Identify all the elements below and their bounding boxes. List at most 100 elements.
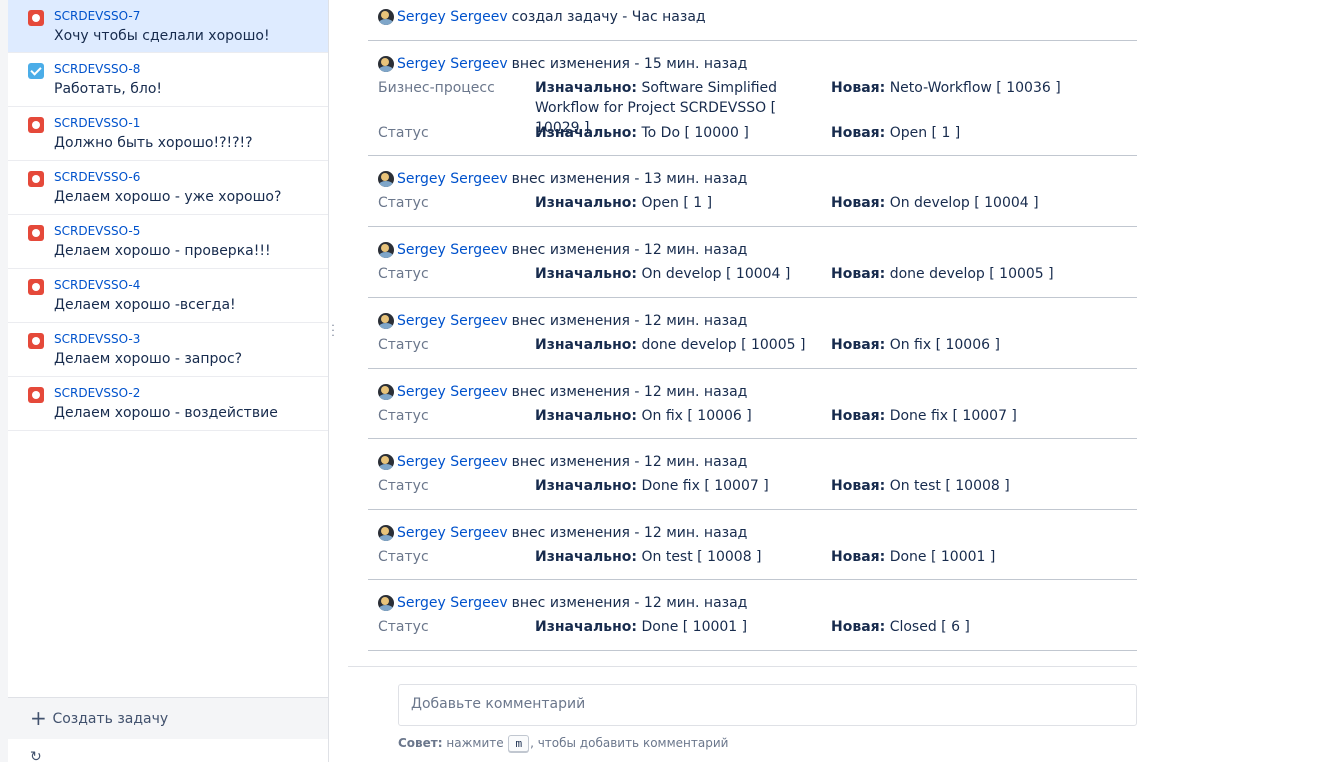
issue-list-item[interactable]: SCRDEVSSO-4 Делаем хорошо -всегда! [8, 269, 328, 323]
issue-summary: Делаем хорошо - запрос? [54, 351, 243, 367]
history-entry: Sergey Sergeev внес изменения - 12 мин. н… [368, 439, 1137, 510]
tip-label: Совет: [398, 736, 443, 750]
user-avatar[interactable] [378, 56, 394, 72]
user-avatar[interactable] [378, 171, 394, 187]
change-from: Изначально: Open [ 1 ] [535, 193, 820, 213]
author-link[interactable]: Sergey Sergeev [397, 242, 508, 258]
change-to: Новая: Done [ 10001 ] [831, 547, 1131, 567]
user-avatar[interactable] [378, 384, 394, 400]
refresh-icon[interactable]: ↻ [30, 750, 42, 762]
from-label: Изначально: [535, 549, 638, 565]
change-to: Новая: Neto-Workflow [ 10036 ] [831, 78, 1131, 98]
issue-summary: Делаем хорошо - уже хорошо? [54, 189, 282, 205]
history-entry: Sergey Sergeev внес изменения - 12 мин. н… [368, 298, 1137, 369]
issue-list-item[interactable]: SCRDEVSSO-1 Должно быть хорошо!?!?!? [8, 107, 328, 161]
user-avatar[interactable] [378, 595, 394, 611]
change-from: Изначально: Done fix [ 10007 ] [535, 476, 820, 496]
issue-key[interactable]: SCRDEVSSO-1 [54, 115, 318, 131]
user-avatar[interactable] [378, 242, 394, 258]
bug-icon [28, 225, 44, 241]
history-entry: Sergey Sergeev внес изменения - 13 мин. н… [368, 156, 1137, 227]
to-value: On develop [ 10004 ] [889, 195, 1039, 211]
issue-key[interactable]: SCRDEVSSO-5 [54, 223, 318, 239]
tip-after: , чтобы добавить комментарий [530, 736, 729, 750]
change-field: Статус [378, 337, 429, 353]
change-to: Новая: done develop [ 10005 ] [831, 264, 1131, 284]
history-action: внес изменения - 12 мин. назад [511, 525, 748, 541]
user-avatar[interactable] [378, 454, 394, 470]
issue-list-item[interactable]: SCRDEVSSO-7 Хочу чтобы сделали хорошо! [8, 0, 328, 53]
to-label: Новая: [831, 408, 886, 424]
bug-icon [28, 171, 44, 187]
issue-summary: Делаем хорошо - проверка!!! [54, 243, 271, 259]
change-row: Статус Изначально: On fix [ 10006 ] Новая:… [378, 406, 1137, 431]
create-issue-button[interactable]: + Создать задачу [8, 697, 328, 739]
from-value: On fix [ 10006 ] [641, 408, 752, 424]
issue-summary: Делаем хорошо - воздействие [54, 405, 278, 421]
change-from: Изначально: On test [ 10008 ] [535, 547, 820, 567]
history-action: внес изменения - 12 мин. назад [511, 454, 748, 470]
history-entry: Sergey Sergeev создал задачу - Час назад [368, 0, 1137, 41]
change-field: Статус [378, 125, 429, 141]
user-avatar[interactable] [378, 525, 394, 541]
issue-key[interactable]: SCRDEVSSO-7 [54, 8, 318, 24]
change-to: Новая: On fix [ 10006 ] [831, 335, 1131, 355]
change-row: Статус Изначально: Done [ 10001 ] Новая: C… [378, 617, 1137, 642]
change-row: Статус Изначально: Done fix [ 10007 ] Нова… [378, 476, 1137, 501]
issue-key[interactable]: SCRDEVSSO-6 [54, 169, 318, 185]
author-link[interactable]: Sergey Sergeev [397, 9, 508, 25]
history-entry-header: Sergey Sergeev внес изменения - 12 мин. н… [378, 591, 1137, 615]
bug-icon [28, 10, 44, 26]
from-value: done develop [ 10005 ] [641, 337, 806, 353]
comment-divider [348, 666, 1137, 667]
author-link[interactable]: Sergey Sergeev [397, 384, 508, 400]
bug-icon [28, 333, 44, 349]
author-link[interactable]: Sergey Sergeev [397, 313, 508, 329]
issue-list-item[interactable]: SCRDEVSSO-2 Делаем хорошо - воздействие [8, 377, 328, 431]
issue-key[interactable]: SCRDEVSSO-4 [54, 277, 318, 293]
history-entry-header: Sergey Sergeev внес изменения - 12 мин. н… [378, 309, 1137, 333]
from-label: Изначально: [535, 408, 638, 424]
issue-key[interactable]: SCRDEVSSO-3 [54, 331, 318, 347]
change-row: Статус Изначально: On test [ 10008 ] Новая… [378, 547, 1137, 572]
from-label: Изначально: [535, 80, 638, 96]
to-value: Neto-Workflow [ 10036 ] [889, 80, 1061, 96]
issue-summary: Должно быть хорошо!?!?!? [54, 135, 253, 151]
user-avatar[interactable] [378, 9, 394, 25]
issue-list-item[interactable]: SCRDEVSSO-5 Делаем хорошо - проверка!!! [8, 215, 328, 269]
from-label: Изначально: [535, 478, 638, 494]
to-label: Новая: [831, 266, 886, 282]
issue-summary: Работать, бло! [54, 81, 163, 97]
author-link[interactable]: Sergey Sergeev [397, 56, 508, 72]
history-entry: Sergey Sergeev внес изменения - 12 мин. н… [368, 369, 1137, 439]
issue-list-item[interactable]: SCRDEVSSO-6 Делаем хорошо - уже хорошо? [8, 161, 328, 215]
change-row: Бизнес-процесс Изначально: Software Simpl… [378, 78, 1137, 136]
author-link[interactable]: Sergey Sergeev [397, 454, 508, 470]
change-row: Статус Изначально: On develop [ 10004 ] Но… [378, 264, 1137, 289]
to-value: On test [ 10008 ] [889, 478, 1010, 494]
bug-icon [28, 387, 44, 403]
change-from: Изначально: done develop [ 10005 ] [535, 335, 820, 355]
issue-list-item[interactable]: SCRDEVSSO-3 Делаем хорошо - запрос? [8, 323, 328, 377]
sidebar-resize-handle[interactable]: · · · [331, 320, 335, 341]
author-link[interactable]: Sergey Sergeev [397, 525, 508, 541]
change-field: Статус [378, 619, 429, 635]
change-to: Новая: Open [ 1 ] [831, 123, 1131, 143]
issue-key[interactable]: SCRDEVSSO-2 [54, 385, 318, 401]
to-label: Новая: [831, 195, 886, 211]
history-entry-header: Sergey Sergeev создал задачу - Час назад [378, 5, 1137, 29]
author-link[interactable]: Sergey Sergeev [397, 595, 508, 611]
issue-list-item[interactable]: SCRDEVSSO-8 Работать, бло! [8, 53, 328, 107]
to-label: Новая: [831, 80, 886, 96]
comment-input[interactable]: Добавьте комментарий [398, 684, 1137, 726]
to-value: Open [ 1 ] [889, 125, 961, 141]
tip-before: нажмите [446, 736, 504, 750]
author-link[interactable]: Sergey Sergeev [397, 171, 508, 187]
user-avatar[interactable] [378, 313, 394, 329]
issue-key[interactable]: SCRDEVSSO-8 [54, 61, 318, 77]
issue-summary: Делаем хорошо -всегда! [54, 297, 236, 313]
history-entry: Sergey Sergeev внес изменения - 15 мин. н… [368, 41, 1137, 156]
change-to: Новая: On develop [ 10004 ] [831, 193, 1131, 213]
plus-icon: + [30, 706, 47, 730]
history-entry: Sergey Sergeev внес изменения - 12 мин. н… [368, 580, 1137, 651]
